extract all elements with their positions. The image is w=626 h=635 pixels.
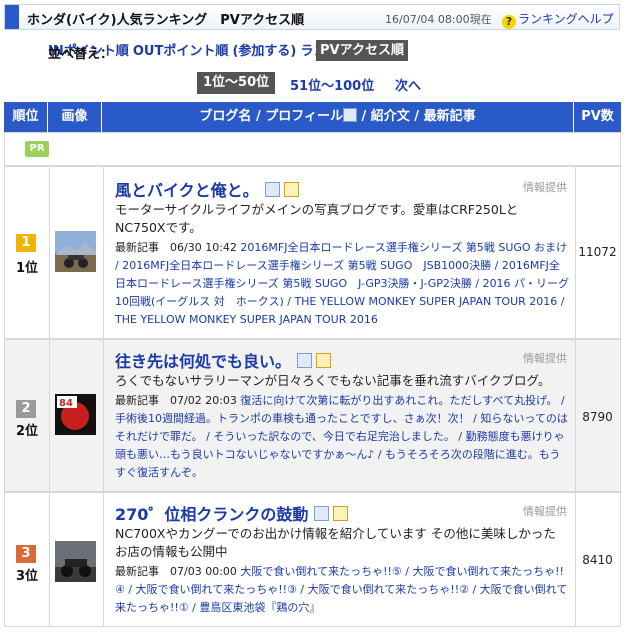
page-1-50-active[interactable]: 1位〜50位 — [197, 72, 276, 94]
col-blog-header-rest: / 紹介文 / 最新記事 — [356, 109, 476, 124]
blog-thumbnail[interactable] — [55, 231, 96, 272]
profile-icon — [342, 108, 357, 122]
ranking-row-1: 1 1位 風とバイクと俺と。 情報提供 モーターサイクルライフがメインの写真ブロ… — [4, 166, 621, 339]
sort-label: 並べ替え： — [48, 47, 114, 62]
blog-title-text: 風とバイクと俺と。 — [115, 181, 259, 200]
blog-description: ろくでもないサラリーマンが日々ろくでもない記事を垂れ流すバイクブログ。 — [115, 373, 551, 388]
pv-cell: 8410 — [575, 493, 620, 626]
info-provided-label: 情報提供 — [523, 505, 567, 518]
ranking-title-bar: ホンダ(バイク)人気ランキング PVアクセス順 16/07/04 08:00現在… — [4, 4, 620, 30]
latest-article-date: 最新記事 07/02 20:03 — [115, 394, 237, 407]
blog-thumbnail[interactable]: 84 — [55, 394, 96, 435]
rank-crown-silver-icon: 2 — [16, 400, 36, 418]
ranking-table-header: 順位 画像 ブログ名 / プロフィール / 紹介文 / 最新記事 PV数 — [4, 102, 621, 132]
blog-cell: 往き先は何処でも良い。 情報提供 ろくでもないサラリーマンが日々ろくでもない記事… — [103, 340, 576, 491]
col-image-header: 画像 — [48, 102, 102, 132]
blog-thumbnail[interactable] — [55, 541, 96, 582]
col-pv-header: PV数 — [581, 109, 614, 124]
next-page-link[interactable]: 次へ — [395, 75, 421, 94]
blog-title-link[interactable]: 往き先は何処でも良い。 — [115, 348, 332, 372]
latest-article-date: 最新記事 06/30 10:42 — [115, 241, 237, 254]
help-icon: ? — [502, 15, 516, 29]
rank-crown-gold-icon: 1 — [16, 234, 36, 252]
rank-cell: 2 2位 — [5, 340, 50, 491]
pv-cell: 8790 — [575, 340, 620, 491]
pv-count: 11072 — [578, 245, 617, 259]
latest-articles: 最新記事 07/03 00:00 大阪で食い倒れて来たっちゃ!!⑤ / 大阪で食… — [115, 563, 570, 617]
pv-count: 8790 — [582, 410, 613, 424]
pv-count: 8410 — [582, 553, 613, 567]
image-cell — [49, 167, 104, 338]
pr-row: PR — [4, 132, 621, 166]
profile-icon[interactable] — [314, 506, 330, 521]
ranking-help-link[interactable]: ? ランキングヘルプ — [502, 10, 614, 29]
blog-cell: 風とバイクと俺と。 情報提供 モーターサイクルライフがメインの写真ブログです。愛… — [103, 167, 576, 338]
page-51-100-link[interactable]: 51位〜100位 — [290, 75, 374, 94]
blog-description: モーターサイクルライフがメインの写真ブログです。愛車はCRF250LとNC750… — [115, 202, 519, 235]
favorite-icon[interactable] — [316, 353, 332, 368]
page-title: ホンダ(バイク)人気ランキング PVアクセス順 — [27, 13, 305, 28]
latest-articles: 最新記事 06/30 10:42 2016MFJ全日本ロードレース選手権シリーズ… — [115, 239, 570, 329]
col-blog-header: ブログ名 / プロフィール / 紹介文 / 最新記事 — [102, 102, 574, 132]
sort-pv-active[interactable]: PVアクセス順 — [316, 40, 408, 61]
rank-crown-bronze-icon: 3 — [16, 545, 36, 563]
blog-cell: 270゜位相クランクの鼓動 情報提供 NC700Xやカングーでのお出かけ情報を紹… — [103, 493, 576, 626]
title-accent-bar — [5, 5, 19, 29]
ranking-row-3: 3 3位 270゜位相クランクの鼓動 情報提供 NC700Xやカングーでのお出か… — [4, 492, 621, 627]
favorite-icon[interactable] — [283, 182, 299, 197]
favorite-icon[interactable] — [333, 506, 349, 521]
update-timestamp: 16/07/04 08:00現在 — [385, 13, 492, 26]
sort-out-points-link[interactable]: OUTポイント順 — [133, 44, 228, 59]
latest-articles: 最新記事 07/02 20:03 復活に向けて次第に転がり出すあれこれ。ただしす… — [115, 392, 570, 482]
col-rank-header: 順位 — [4, 102, 48, 132]
join-link[interactable]: (参加する) — [232, 44, 296, 59]
blog-title-link[interactable]: 風とバイクと俺と。 — [115, 177, 299, 201]
image-cell — [49, 493, 104, 626]
blog-title-text: 往き先は何処でも良い。 — [115, 352, 292, 371]
image-cell: 84 — [49, 340, 104, 491]
thumb-number: 84 — [59, 398, 73, 409]
profile-icon[interactable] — [264, 182, 280, 197]
blog-title-text: 270゜位相クランクの鼓動 — [115, 505, 309, 524]
blog-title-link[interactable]: 270゜位相クランクの鼓動 — [115, 501, 349, 525]
profile-icon[interactable] — [297, 353, 313, 368]
pv-cell: 11072 — [575, 167, 620, 338]
col-blog-header-label: ブログ名 / プロフィール — [199, 109, 343, 124]
pr-badge[interactable]: PR — [25, 141, 49, 157]
sort-options: 並べ替え： INポイント順 OUTポイント順 PVアクセス順 (参加する) ラン… — [48, 40, 408, 62]
rank-cell: 1 1位 — [5, 167, 50, 338]
rank-label: 3位 — [15, 569, 39, 584]
ranking-row-2: 2 2位 84 往き先は何処でも良い。 情報提供 ろくでもないサラリーマンが日々… — [4, 339, 621, 492]
rank-cell: 3 3位 — [5, 493, 50, 626]
ranking-help-label: ランキングヘルプ — [518, 12, 614, 26]
rank-label: 2位 — [15, 424, 39, 439]
rank-label: 1位 — [15, 261, 39, 276]
blog-description: NC700Xやカングーでのお出かけ情報を紹介しています その他に美味しかったお店… — [115, 526, 556, 559]
info-provided-label: 情報提供 — [523, 181, 567, 194]
latest-article-date: 最新記事 07/03 00:00 — [115, 565, 237, 578]
info-provided-label: 情報提供 — [523, 352, 567, 365]
